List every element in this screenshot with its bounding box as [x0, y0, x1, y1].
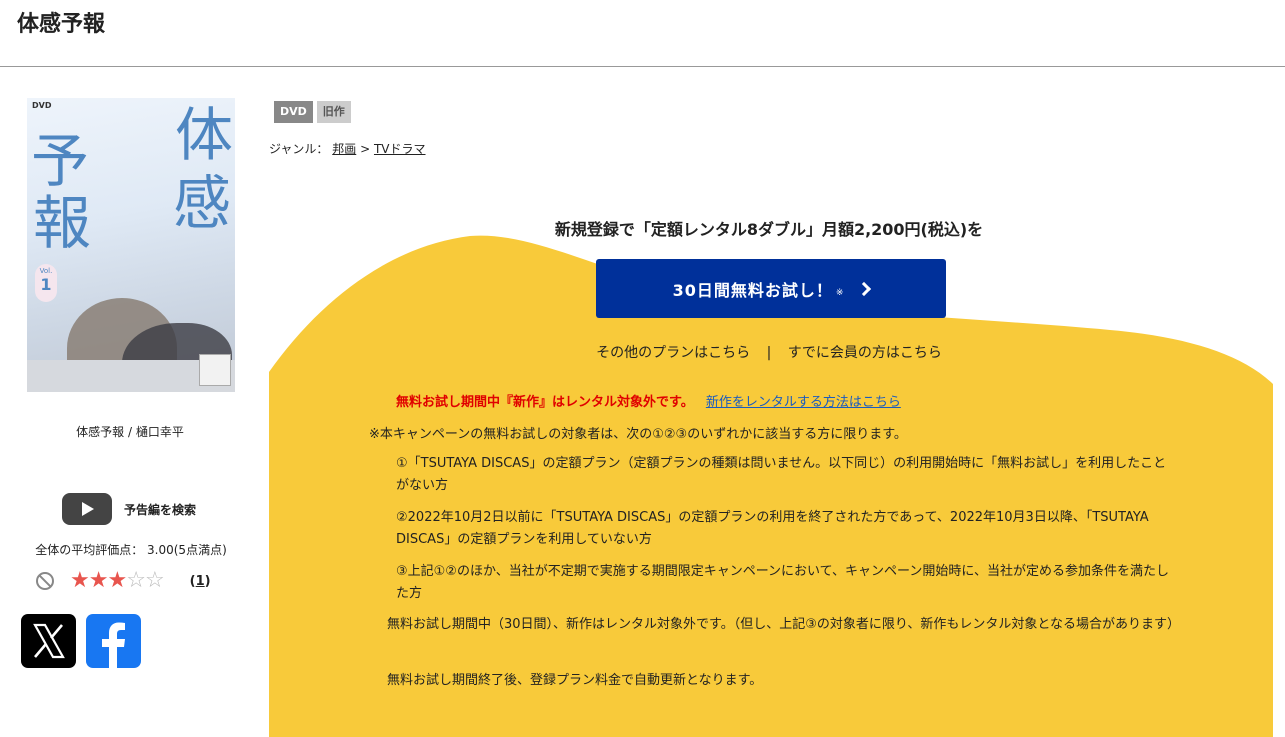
review-count: (1) [189, 573, 211, 589]
condition-item: ③上記①②のほか、当社が不定期で実施する期間限定キャンペーンにおいて、キャンペー… [396, 564, 1169, 601]
star-rating[interactable]: ★★★☆☆ [70, 568, 165, 593]
other-plans-link[interactable]: その他のプランはこちら [596, 345, 750, 361]
new-release-notice: 無料お試し期間中『新作』はレンタル対象外です。 新作をレンタルする方法はこちら [396, 391, 901, 410]
dvd-cover-image[interactable]: DVD 体 感 予 報 Vol. 1 [27, 98, 235, 392]
genre-link-hougaku[interactable]: 邦画 [332, 142, 356, 156]
format-tags: DVD 旧作 [274, 101, 351, 123]
cover-title-char: 報 [33, 189, 92, 257]
average-rating: 全体の平均評価点： 3.00(5点満点) [35, 543, 227, 557]
free-trial-label: 30日間無料お試し！ [672, 280, 833, 300]
cover-volume-badge: Vol. 1 [35, 264, 57, 302]
x-share-button[interactable] [21, 614, 76, 668]
rating-row: ★★★☆☆ (1) [36, 570, 211, 592]
terms-intro: ※本キャンペーンの無料お試しの対象者は、次の①②③のいずれかに該当する方に限りま… [369, 427, 907, 442]
x-logo-icon [33, 623, 65, 659]
facebook-logo-icon [102, 622, 125, 668]
plan-links: その他のプランはこちら | すでに会員の方はこちら [269, 342, 1269, 362]
free-trial-button[interactable]: 30日間無料お試し！ ※ [596, 259, 946, 318]
trailer-label: 予告編を検索 [124, 502, 197, 517]
no-rating-icon[interactable] [36, 572, 54, 590]
trial-period-note: 無料お試し期間中（30日間）、新作はレンタル対象外です。（但し、上記③の対象者に… [387, 617, 1180, 632]
cover-title-char: 予 [31, 127, 90, 195]
cover-title-char: 感 [173, 169, 232, 237]
new-release-rental-link[interactable]: 新作をレンタルする方法はこちら [706, 395, 901, 410]
star-filled-icon: ★ [70, 568, 90, 593]
link-separator: | [766, 345, 772, 361]
rental-sticker [199, 354, 231, 386]
notice-warning-text: 無料お試し期間中『新作』はレンタル対象外です。 [396, 395, 694, 410]
cover-vol-label: Vol. [39, 267, 53, 275]
genre-separator: > [360, 142, 371, 156]
star-filled-icon: ★ [88, 568, 109, 593]
chevron-right-icon [857, 281, 872, 296]
star-filled-icon: ★ [107, 568, 127, 593]
review-count-link[interactable]: 1 [196, 574, 205, 589]
dvd-logo: DVD [32, 101, 52, 110]
genre-prefix: ジャンル： [269, 142, 329, 156]
tag-old-release: 旧作 [316, 101, 351, 123]
cover-title-char: 体 [175, 101, 234, 169]
star-empty-icon: ☆ [126, 568, 146, 593]
product-caption: 体感予報 / 樋口幸平 [76, 425, 184, 439]
condition-item: ②2022年10月2日以前に「TSUTAYA DISCAS」の定額プランの利用を… [396, 510, 1149, 547]
facebook-share-button[interactable] [86, 614, 141, 668]
star-empty-icon: ☆ [144, 568, 165, 593]
genre-breadcrumb: ジャンル： 邦画 > TVドラマ [269, 140, 426, 157]
cover-vol-number: 1 [40, 275, 52, 294]
auto-renewal-note: 無料お試し期間終了後、登録プラン料金で自動更新となります。 [387, 673, 763, 688]
member-login-link[interactable]: すでに会員の方はこちら [788, 345, 942, 361]
tag-dvd: DVD [274, 101, 313, 123]
trailer-search-button[interactable]: 予告編を検索 [62, 493, 196, 525]
genre-link-tvdrama[interactable]: TVドラマ [374, 142, 426, 156]
play-icon [62, 493, 112, 525]
condition-item: ①「TSUTAYA DISCAS」の定額プラン（定額プランの種類は問いません。以… [396, 456, 1167, 493]
promo-headline: 新規登録で「定額レンタル8ダブル」月額2,200円(税込)を [554, 220, 984, 239]
free-trial-note-mark: ※ [835, 287, 844, 298]
